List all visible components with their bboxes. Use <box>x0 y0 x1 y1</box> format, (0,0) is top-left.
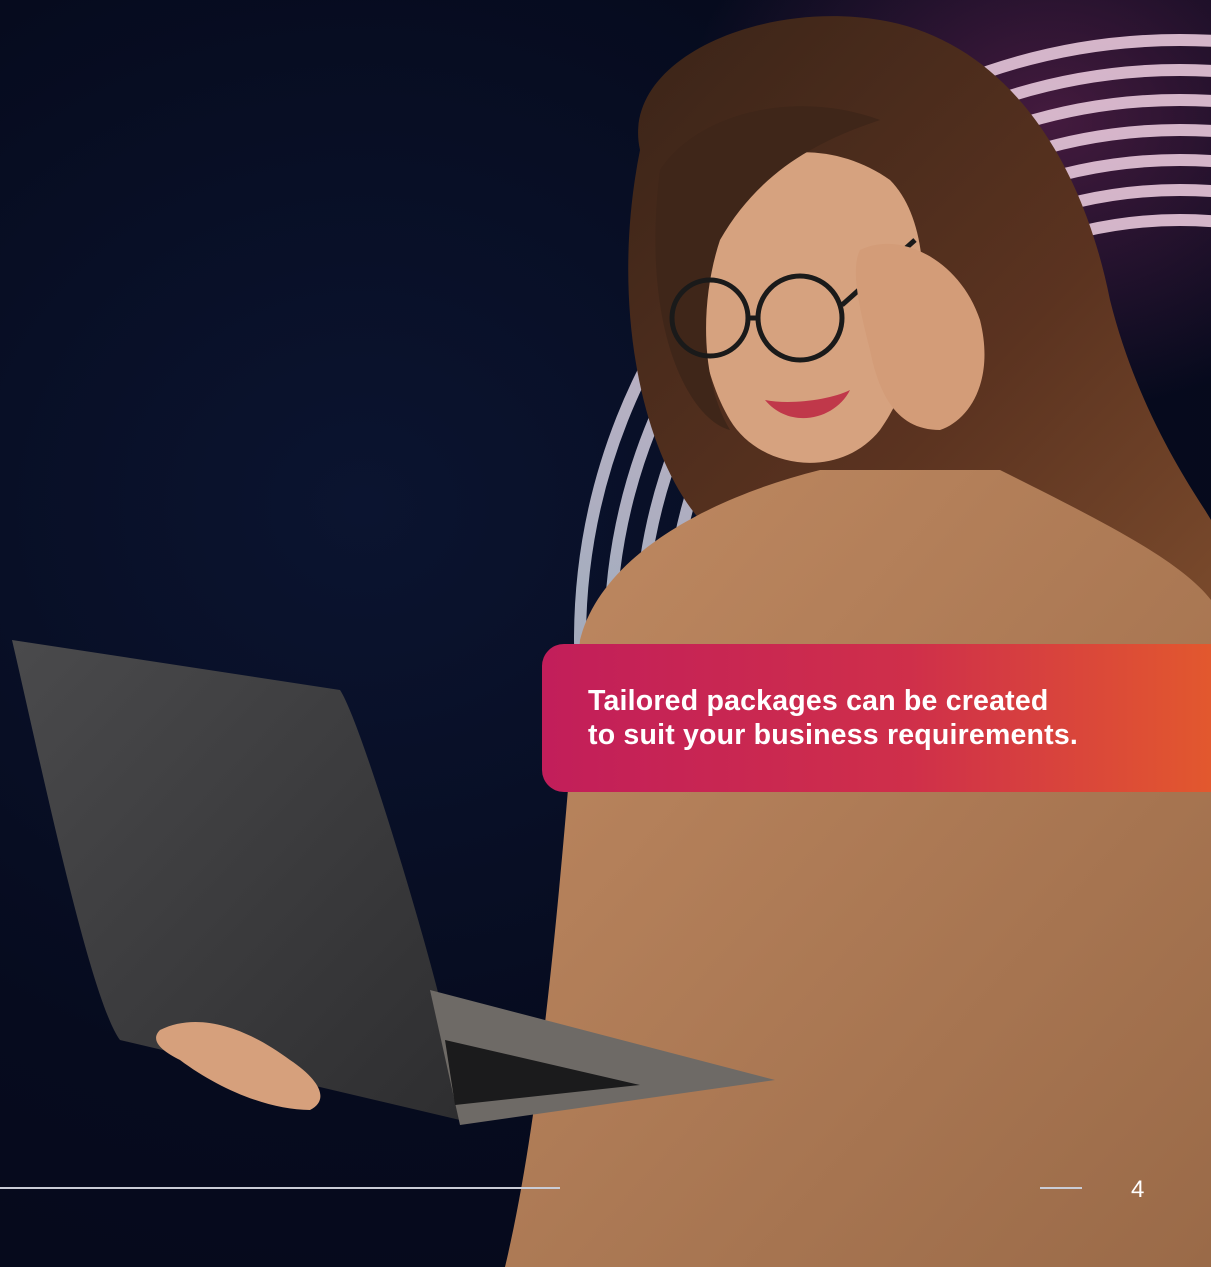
sweater <box>505 470 1211 1267</box>
hero-photo <box>12 16 1211 1267</box>
callout-banner: Tailored packages can be created to suit… <box>542 644 1211 792</box>
page-number: 4 <box>1131 1176 1145 1203</box>
footer-divider-right <box>1040 1187 1082 1189</box>
footer-divider-left <box>0 1187 560 1189</box>
callout-line-1: Tailored packages can be created <box>588 685 1049 717</box>
callout-text: Tailored packages can be created to suit… <box>588 684 1211 752</box>
callout-line-2: to suit your business requirements. <box>588 719 1079 751</box>
